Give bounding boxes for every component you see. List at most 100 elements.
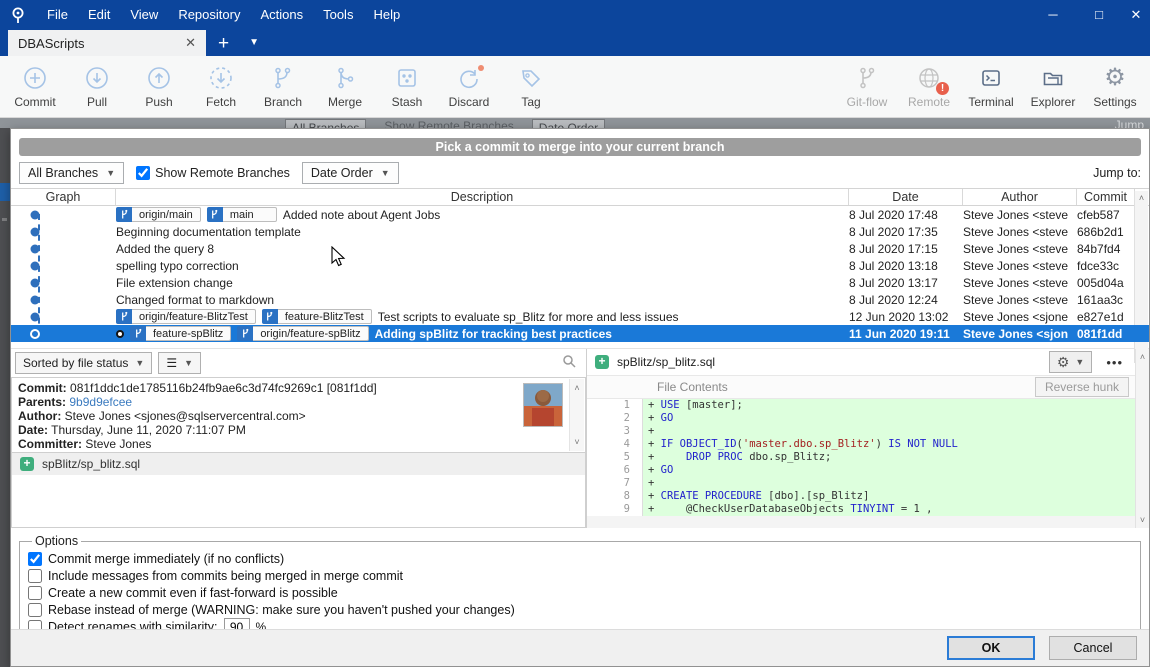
commit-date: 8 Jul 2020 13:18 [849, 257, 963, 274]
tab-close-icon[interactable]: ✕ [185, 35, 196, 51]
branches-filter-dropdown[interactable]: All Branches ▼ [19, 162, 124, 184]
more-options-icon[interactable]: ••• [1100, 355, 1129, 370]
remote-button[interactable]: ! Remote [898, 65, 960, 109]
tab-dropdown-icon[interactable]: ▼ [241, 30, 267, 56]
push-button[interactable]: Push [128, 65, 190, 109]
order-dropdown[interactable]: Date Order ▼ [302, 162, 399, 184]
cancel-button[interactable]: Cancel [1049, 636, 1137, 660]
remote-globe-icon: ! [916, 65, 942, 92]
fetch-button[interactable]: Fetch [190, 65, 252, 109]
commit-date: 8 Jul 2020 17:48 [849, 206, 963, 223]
scroll-down-icon[interactable]: ˅ [574, 435, 579, 449]
discard-indicator-dot [478, 65, 484, 71]
diff-settings-button[interactable]: ⚙ ▼ [1049, 351, 1092, 373]
gear-icon: ⚙ [1057, 354, 1070, 371]
search-icon[interactable] [562, 354, 576, 373]
diff-scrollbar[interactable]: ˄ ˅ [1135, 349, 1149, 528]
commit-row[interactable]: Beginning documentation template 8 Jul 2… [11, 223, 1149, 240]
checkbox-input[interactable] [28, 552, 42, 566]
option-include-messages[interactable]: Include messages from commits being merg… [28, 567, 1132, 584]
commit-list: origin/main main Added note about Agent … [11, 206, 1149, 342]
commit-row[interactable]: File extension change 8 Jul 2020 13:17 S… [11, 274, 1149, 291]
stash-button[interactable]: Stash [376, 65, 438, 109]
commit-description: spelling typo correction [116, 259, 239, 273]
ok-button[interactable]: OK [947, 636, 1035, 660]
scroll-down-icon[interactable]: ˅ [1140, 515, 1145, 525]
commit-date: 8 Jul 2020 17:35 [849, 223, 963, 240]
menu-help[interactable]: Help [363, 0, 410, 30]
terminal-button[interactable]: Terminal [960, 65, 1022, 109]
view-options-button[interactable]: ☰ ▼ [158, 352, 201, 374]
commit-date: 11 Jun 2020 19:11 [849, 325, 963, 342]
close-icon[interactable]: ✕ [1122, 0, 1150, 30]
explorer-button[interactable]: Explorer [1022, 65, 1084, 109]
checkbox-input[interactable] [28, 569, 42, 583]
hamburger-icon: ☰ [166, 356, 177, 370]
checkbox-input[interactable] [28, 586, 42, 600]
scroll-up-icon[interactable]: ˄ [574, 381, 579, 395]
dialog-title: Pick a commit to merge into your current… [19, 138, 1141, 156]
menu-actions[interactable]: Actions [250, 0, 313, 30]
branch-icon [237, 326, 253, 341]
file-added-icon: + [20, 457, 34, 471]
commit-button[interactable]: Commit [4, 65, 66, 109]
commit-date: 8 Jul 2020 12:24 [849, 291, 963, 308]
bg-branches-filter: All Branches [285, 119, 366, 128]
branch-button[interactable]: Branch [252, 65, 314, 109]
file-added-icon: + [595, 355, 609, 369]
commit-row[interactable]: Changed format to markdown 8 Jul 2020 12… [11, 291, 1149, 308]
minimize-icon[interactable]: ─ [1030, 0, 1076, 30]
new-tab-button[interactable]: + [206, 32, 241, 56]
discard-button[interactable]: Discard [438, 65, 500, 109]
commit-info-pane: Sorted by file status ▼ ☰ ▼ Commit: 081f… [11, 349, 586, 528]
column-commit[interactable]: Commit [1077, 189, 1135, 205]
scroll-up-icon[interactable]: ˄ [1139, 193, 1144, 203]
column-description[interactable]: Description [116, 189, 849, 205]
commit-row[interactable]: spelling typo correction 8 Jul 2020 13:1… [11, 257, 1149, 274]
tag-button[interactable]: Tag [500, 65, 562, 109]
branch-icon [130, 326, 146, 341]
tab-title: DBAScripts [18, 36, 84, 51]
option-rebase-instead[interactable]: Rebase instead of merge (WARNING: make s… [28, 601, 1132, 618]
option-commit-immediately[interactable]: Commit merge immediately (if no conflict… [28, 550, 1132, 567]
column-date[interactable]: Date [849, 189, 963, 205]
menu-view[interactable]: View [120, 0, 168, 30]
commit-row[interactable]: Added the query 8 8 Jul 2020 17:15 Steve… [11, 240, 1149, 257]
scroll-up-icon[interactable]: ˄ [1140, 352, 1145, 362]
commit-row[interactable]: origin/main main Added note about Agent … [11, 206, 1149, 223]
current-branch-marker [116, 330, 124, 338]
code-line: 2+ GO [587, 412, 1135, 425]
settings-button[interactable]: ⚙ Settings [1084, 65, 1146, 109]
file-contents-label: File Contents [657, 380, 728, 394]
menu-file[interactable]: File [37, 0, 78, 30]
sort-dropdown[interactable]: Sorted by file status ▼ [15, 352, 152, 374]
tab-dbascripts[interactable]: DBAScripts ✕ [8, 30, 206, 56]
detail-panes: Sorted by file status ▼ ☰ ▼ Commit: 081f… [11, 348, 1149, 528]
menu-repository[interactable]: Repository [168, 0, 250, 30]
commit-sha: fdce33c [1077, 257, 1135, 274]
commit-author: Steve Jones <sjon [963, 325, 1077, 342]
merge-button[interactable]: Merge [314, 65, 376, 109]
dimmed-background-strip: All Branches Show Remote Branches Date O… [0, 118, 1150, 128]
show-remote-branches-checkbox[interactable]: Show Remote Branches [136, 166, 290, 180]
reverse-hunk-button[interactable]: Reverse hunk [1035, 377, 1129, 397]
branch-icon [207, 207, 223, 222]
details-scrollbar[interactable]: ˄ ˅ [569, 379, 584, 451]
commit-row[interactable]: origin/feature-BlitzTest feature-BlitzTe… [11, 308, 1149, 325]
parent-commit-link[interactable]: 9b9d9efcee [69, 395, 132, 409]
column-author[interactable]: Author [963, 189, 1077, 205]
checkbox-input[interactable] [28, 603, 42, 617]
commit-author: Steve Jones <steve [963, 291, 1077, 308]
pull-button[interactable]: Pull [66, 65, 128, 109]
menu-edit[interactable]: Edit [78, 0, 120, 30]
column-graph[interactable]: Graph [11, 189, 116, 205]
graph-node [31, 278, 40, 287]
menu-tools[interactable]: Tools [313, 0, 363, 30]
diff-header: + spBlitz/sp_blitz.sql ⚙ ▼ ••• [587, 349, 1149, 375]
gitflow-button[interactable]: Git-flow [836, 65, 898, 109]
show-remote-checkbox-input[interactable] [136, 166, 150, 180]
file-row[interactable]: + spBlitz/sp_blitz.sql [12, 453, 585, 475]
commit-row-selected[interactable]: feature-spBlitz origin/feature-spBlitz A… [11, 325, 1149, 342]
maximize-icon[interactable]: □ [1076, 0, 1122, 30]
option-new-commit-fast-forward[interactable]: Create a new commit even if fast-forward… [28, 584, 1132, 601]
